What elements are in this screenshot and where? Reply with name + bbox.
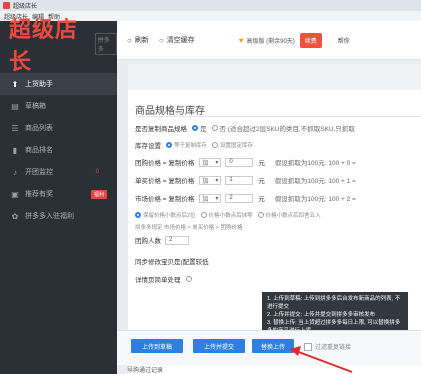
arrow-shaft <box>295 350 353 373</box>
arrow-head <box>290 346 301 356</box>
annotation-arrow <box>290 346 353 373</box>
